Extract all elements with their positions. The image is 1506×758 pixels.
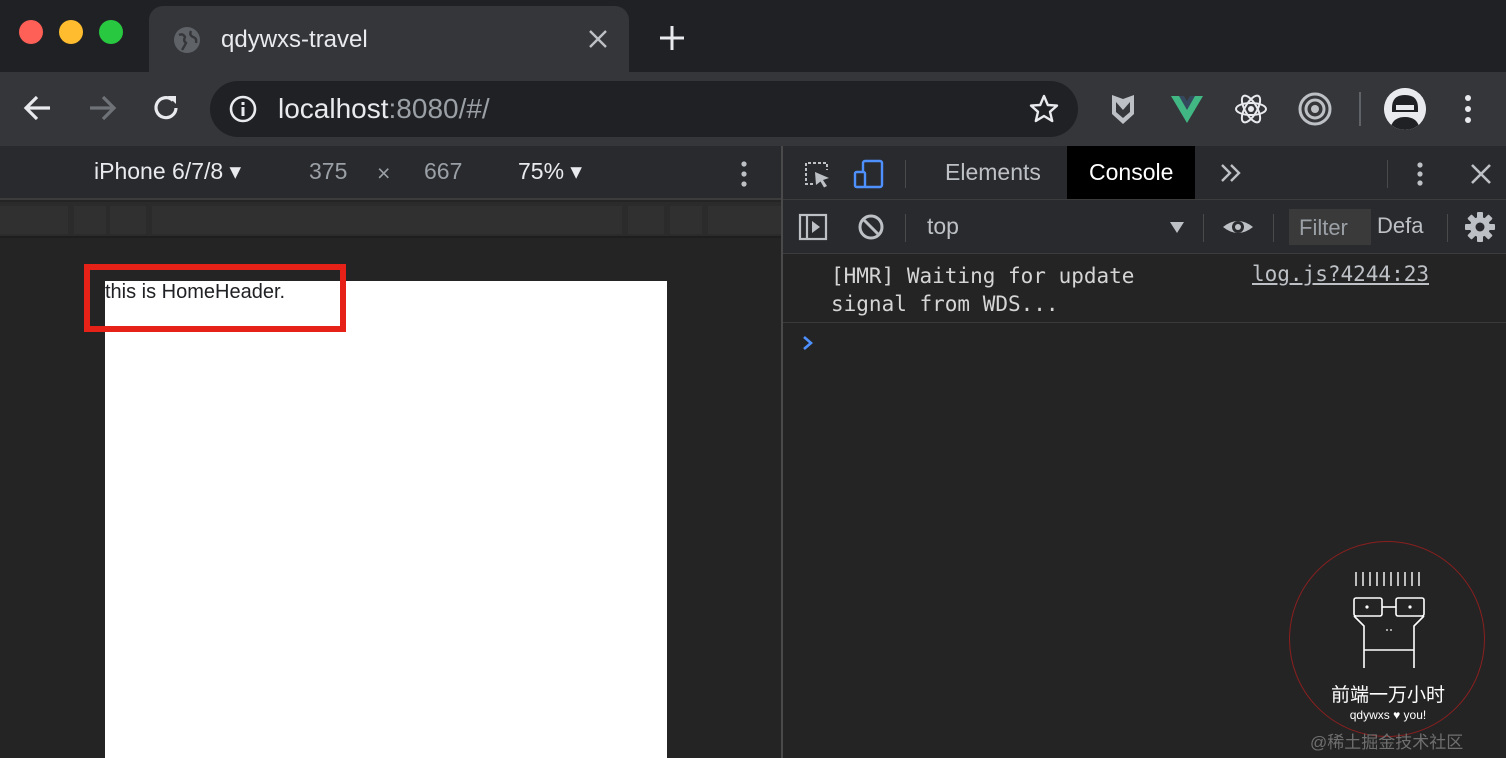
dimension-separator: × [377, 160, 391, 186]
media-query-bar[interactable] [708, 206, 782, 234]
close-tab-icon[interactable] [585, 26, 611, 52]
media-query-bar[interactable] [110, 206, 146, 234]
device-width-input[interactable]: 375 [309, 158, 347, 185]
console-message-text: [HMR] Waiting for update signal from WDS… [831, 264, 1135, 316]
console-prompt-icon[interactable] [799, 334, 817, 352]
devtools-menu-icon[interactable] [1410, 158, 1430, 190]
site-watermark-text: @稀土掘金技术社区 [1310, 733, 1464, 752]
url-text[interactable]: localhost:8080/#/ [278, 93, 490, 125]
media-query-bar[interactable] [628, 206, 664, 234]
tab-console[interactable]: Console [1067, 146, 1196, 199]
profile-avatar[interactable] [1384, 88, 1426, 130]
toolbar-divider [1203, 214, 1204, 242]
tab-title: qdywxs-travel [221, 26, 368, 53]
device-toolbar: iPhone 6/7/8 ▾ 375 × 667 75% ▾ [0, 146, 782, 200]
more-tabs-icon[interactable] [1217, 160, 1245, 186]
device-select[interactable]: iPhone 6/7/8 ▾ [94, 158, 241, 185]
filter-placeholder: Filter [1299, 215, 1348, 240]
chevron-down-icon[interactable] [1169, 220, 1185, 234]
forward-arrow-icon[interactable] [84, 90, 120, 126]
highlight-annotation-box [84, 264, 346, 332]
device-more-icon[interactable] [734, 160, 754, 188]
mascot-face-icon [1353, 572, 1425, 668]
avatar-icon [1384, 88, 1426, 130]
tab-elements[interactable]: Elements [923, 146, 1063, 199]
device-name: iPhone 6/7/8 [94, 158, 224, 184]
context-select[interactable]: top [927, 213, 959, 240]
tab-divider [1387, 160, 1388, 188]
browser-tab[interactable]: qdywxs-travel [149, 6, 629, 72]
address-bar[interactable]: localhost:8080/#/ [210, 81, 1078, 137]
page-viewport: this is HomeHeader. [105, 281, 667, 758]
tab-divider [905, 160, 906, 188]
vue-devtools-icon[interactable] [1168, 90, 1206, 128]
bookmark-star-icon[interactable] [1028, 93, 1060, 125]
log-levels-select[interactable]: Defa [1377, 213, 1423, 239]
watermark-title: 前端一万小时 [1330, 685, 1445, 706]
media-query-bar[interactable] [152, 206, 622, 234]
live-expression-eye-icon[interactable] [1221, 211, 1255, 243]
react-devtools-icon[interactable] [1232, 90, 1270, 128]
media-query-bar[interactable] [0, 206, 68, 234]
target-extension-icon[interactable] [1296, 90, 1334, 128]
devtools-tab-bar: Elements Console [783, 146, 1506, 200]
close-devtools-icon[interactable] [1465, 158, 1497, 190]
media-query-bar[interactable] [74, 206, 106, 234]
browser-menu-icon[interactable] [1456, 92, 1480, 126]
watermark-subtitle: qdywxs ♥ you! [1349, 708, 1427, 722]
device-toggle-icon[interactable] [853, 158, 885, 190]
toolbar-divider [1273, 214, 1274, 242]
back-arrow-icon[interactable] [20, 90, 56, 126]
clear-console-icon[interactable] [855, 211, 887, 243]
console-sidebar-icon[interactable] [797, 211, 829, 243]
console-filter-input[interactable]: Filter [1289, 209, 1371, 245]
shield-extension-icon[interactable] [1104, 90, 1142, 128]
console-settings-gear-icon[interactable] [1464, 211, 1496, 243]
console-toolbar: top Filter Defa [783, 200, 1506, 254]
site-info-icon[interactable] [228, 94, 258, 124]
new-tab-icon[interactable] [656, 22, 688, 54]
media-query-bar[interactable] [670, 206, 702, 234]
zoom-select[interactable]: 75% ▾ [518, 158, 582, 185]
toolbar-divider [1447, 214, 1448, 242]
url-host: localhost [278, 93, 389, 124]
zoom-value: 75% [518, 158, 565, 184]
watermark-logo: 前端一万小时 qdywxs ♥ you! [1289, 541, 1485, 737]
window-minimize-button[interactable] [59, 20, 83, 44]
inspect-element-icon[interactable] [801, 158, 833, 190]
browser-toolbar: localhost:8080/#/ [0, 72, 1506, 146]
toolbar-divider [905, 214, 906, 242]
device-height-input[interactable]: 667 [424, 158, 462, 185]
console-message: [HMR] Waiting for update signal from WDS… [783, 254, 1506, 323]
reload-icon[interactable] [148, 90, 184, 126]
window-close-button[interactable] [19, 20, 43, 44]
device-emulation-pane: iPhone 6/7/8 ▾ 375 × 667 75% ▾ this is H… [0, 146, 782, 758]
console-message-source-link[interactable]: log.js?4244:23 [1252, 262, 1429, 286]
window-zoom-button[interactable] [99, 20, 123, 44]
tab-strip: qdywxs-travel [0, 0, 1506, 72]
media-query-ruler [0, 202, 782, 238]
url-path: :8080/#/ [388, 93, 490, 124]
toolbar-divider [1359, 92, 1361, 126]
globe-icon [174, 27, 200, 53]
